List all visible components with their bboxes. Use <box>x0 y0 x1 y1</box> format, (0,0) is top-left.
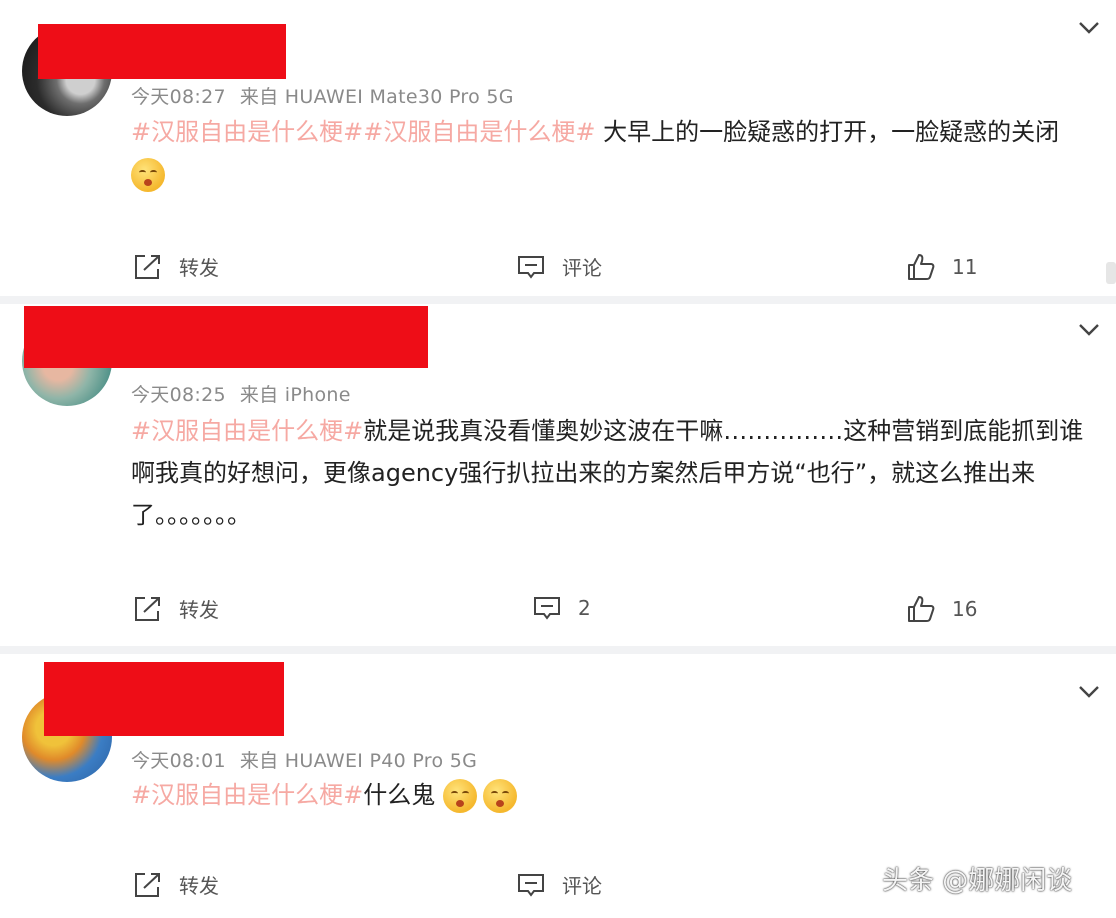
post-source: 来自 HUAWEI P40 Pro 5G <box>239 750 478 772</box>
post-text: #汉服自由是什么梗#就是说我真没看懂奥妙这波在干嘛……………这种营销到底能抓到谁… <box>131 410 1093 536</box>
post-divider <box>0 296 1116 304</box>
post-body: 大早上的一脸疑惑的打开，一脸疑惑的关闭 <box>595 118 1060 146</box>
hashtag-link[interactable]: #汉服自由是什么梗# <box>131 781 363 809</box>
hashtag-link[interactable]: #汉服自由是什么梗# <box>131 417 363 445</box>
post-divider <box>0 646 1116 654</box>
post-actions: 转发 评论 11 <box>0 252 1116 292</box>
post-actions: 转发 2 16 <box>0 594 1116 634</box>
post-source: 来自 iPhone <box>239 384 351 406</box>
like-button[interactable]: 11 <box>906 252 977 282</box>
post-3: 今天08:01 来自 HUAWEI P40 Pro 5G #汉服自由是什么梗#什么… <box>0 654 1116 918</box>
comment-icon <box>518 255 544 279</box>
post-text: #汉服自由是什么梗##汉服自由是什么梗# 大早上的一脸疑惑的打开，一脸疑惑的关闭 <box>131 113 1091 192</box>
post-source: 来自 HUAWEI Mate30 Pro 5G <box>239 86 514 108</box>
post-2: 今天08:25 来自 iPhone #汉服自由是什么梗#就是说我真没看懂奥妙这波在… <box>0 304 1116 644</box>
redacted-username <box>38 24 286 79</box>
comment-button[interactable]: 2 <box>532 594 591 622</box>
chevron-down-icon[interactable] <box>1078 20 1100 39</box>
hashtag-link[interactable]: #汉服自由是什么梗# <box>131 118 363 146</box>
post-time: 今天08:01 <box>131 750 226 772</box>
like-count: 16 <box>952 597 978 621</box>
comment-count: 2 <box>578 596 591 620</box>
chevron-down-icon[interactable] <box>1078 322 1100 341</box>
comment-icon <box>534 597 560 620</box>
post-text: #汉服自由是什么梗#什么鬼 <box>131 776 1031 815</box>
repost-label: 转发 <box>179 256 219 280</box>
repost-button[interactable]: 转发 <box>133 870 219 899</box>
comment-icon <box>518 873 544 897</box>
post-body: 什么鬼 <box>363 781 436 809</box>
post-meta: 今天08:01 来自 HUAWEI P40 Pro 5G <box>131 746 491 773</box>
comment-label: 评论 <box>562 256 602 280</box>
share-edit-icon <box>135 872 160 897</box>
like-button[interactable]: 16 <box>906 594 977 624</box>
post-time: 今天08:25 <box>131 384 226 406</box>
crying-face-emoji-icon <box>482 779 517 813</box>
share-edit-icon <box>135 254 160 279</box>
post-meta: 今天08:25 来自 iPhone <box>131 380 365 407</box>
repost-button[interactable]: 转发 <box>133 252 219 281</box>
source-watermark: 头条 @娜娜闲谈 <box>882 866 1073 896</box>
repost-label: 转发 <box>179 874 219 898</box>
hashtag-link[interactable]: #汉服自由是什么梗# <box>363 118 595 146</box>
thumb-up-icon <box>908 254 935 280</box>
post-meta: 今天08:27 来自 HUAWEI Mate30 Pro 5G <box>131 82 528 109</box>
scrollbar-thumb[interactable] <box>1106 262 1116 284</box>
redacted-username <box>44 662 284 736</box>
like-count: 11 <box>952 255 978 279</box>
repost-label: 转发 <box>179 598 219 622</box>
comment-label: 评论 <box>562 874 602 898</box>
chevron-down-icon[interactable] <box>1078 684 1100 703</box>
thumb-up-icon <box>908 596 935 622</box>
sleepy-face-emoji-icon <box>442 779 477 813</box>
faint-watermark: 深游研究所 <box>660 859 861 903</box>
comment-button[interactable]: 评论 <box>516 870 602 899</box>
post-1: 今天08:27 来自 HUAWEI Mate30 Pro 5G #汉服自由是什么梗… <box>0 0 1116 298</box>
confused-face-emoji-icon <box>131 158 165 192</box>
share-edit-icon <box>135 596 160 621</box>
comment-button[interactable]: 评论 <box>516 252 602 281</box>
redacted-username <box>24 306 428 368</box>
repost-button[interactable]: 转发 <box>133 594 219 623</box>
post-time: 今天08:27 <box>131 86 226 108</box>
